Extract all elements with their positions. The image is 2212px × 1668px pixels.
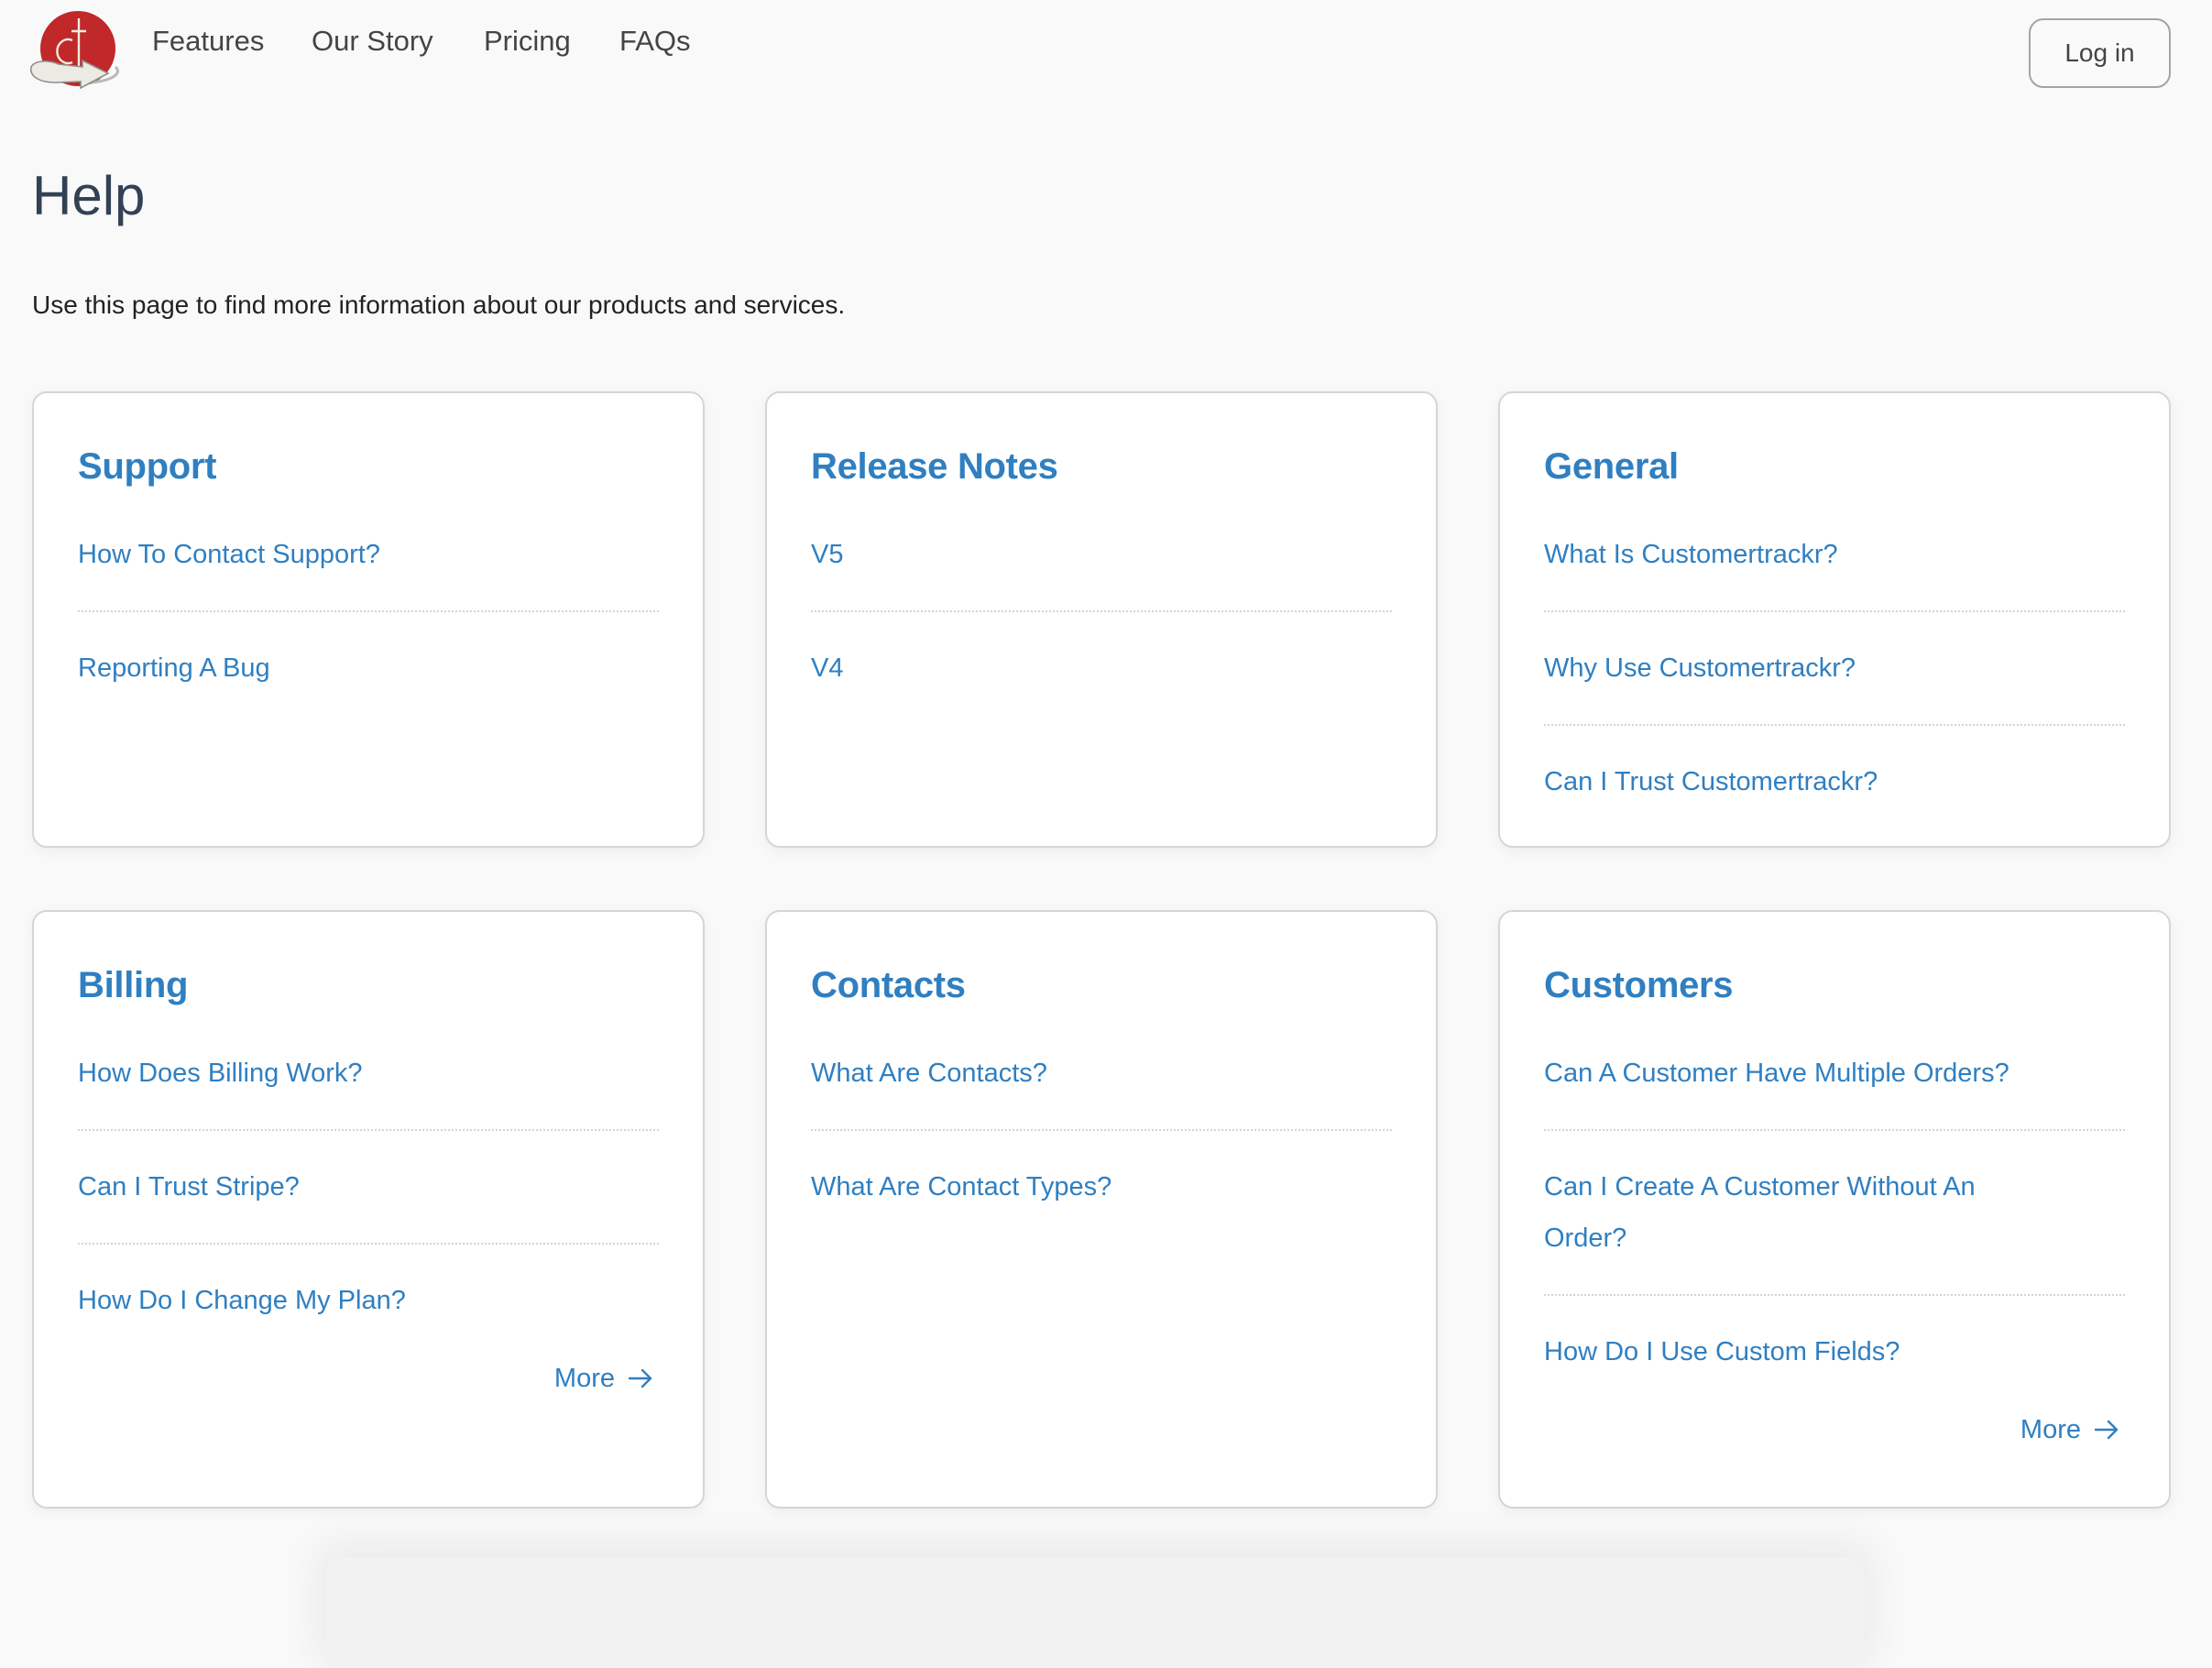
nav-pricing[interactable]: Pricing	[484, 25, 571, 58]
card-link-list: Can A Customer Have Multiple Orders? Can…	[1544, 1017, 2125, 1408]
footer-section-edge	[325, 1558, 1865, 1668]
card-title[interactable]: Release Notes	[811, 441, 1392, 492]
list-item: Can A Customer Have Multiple Orders?	[1544, 1017, 2125, 1131]
help-link[interactable]: Reporting A Bug	[78, 653, 270, 683]
list-item: What Is Customertrackr?	[1544, 499, 2125, 612]
help-link[interactable]: V5	[811, 540, 843, 569]
help-link[interactable]: Why Use Customertrackr?	[1544, 653, 1856, 683]
nav-features[interactable]: Features	[152, 25, 264, 58]
card-billing: Billing How Does Billing Work? Can I Tru…	[32, 910, 705, 1509]
list-item: Why Use Customertrackr?	[1544, 612, 2125, 726]
more-label: More	[553, 1364, 615, 1393]
card-support: Support How To Contact Support? Reportin…	[32, 391, 705, 848]
list-item: Can I Trust Stripe?	[78, 1131, 659, 1245]
arrow-right-icon	[2094, 1420, 2119, 1440]
more-row: More	[78, 1353, 659, 1404]
card-customers: Customers Can A Customer Have Multiple O…	[1498, 910, 2171, 1509]
page-intro: Use this page to find more information a…	[32, 291, 846, 319]
card-contacts: Contacts What Are Contacts? What Are Con…	[765, 910, 1438, 1509]
card-link-list: What Are Contacts? What Are Contact Type…	[811, 1017, 1392, 1243]
help-link[interactable]: V4	[811, 653, 843, 683]
page-title: Help	[32, 165, 146, 226]
card-link-list: What Is Customertrackr? Why Use Customer…	[1544, 499, 2125, 838]
list-item: V4	[811, 612, 1392, 724]
list-item: How Do I Change My Plan?	[78, 1245, 659, 1356]
card-general: General What Is Customertrackr? Why Use …	[1498, 391, 2171, 848]
help-link[interactable]: Can I Create A Customer Without An Order…	[1544, 1172, 1976, 1253]
card-release-notes: Release Notes V5 V4	[765, 391, 1438, 848]
arrow-right-icon	[628, 1368, 652, 1388]
list-item: Reporting A Bug	[78, 612, 659, 724]
card-link-list: How Does Billing Work? Can I Trust Strip…	[78, 1017, 659, 1356]
card-title[interactable]: Customers	[1544, 960, 2125, 1011]
help-link[interactable]: Can A Customer Have Multiple Orders?	[1544, 1059, 2009, 1088]
help-link[interactable]: How Does Billing Work?	[78, 1059, 363, 1088]
card-title[interactable]: Contacts	[811, 960, 1392, 1011]
help-link[interactable]: How Do I Change My Plan?	[78, 1286, 406, 1315]
card-title[interactable]: General	[1544, 441, 2125, 492]
help-categories-grid: Support How To Contact Support? Reportin…	[32, 391, 2171, 1509]
list-item: What Are Contact Types?	[811, 1131, 1392, 1243]
help-link[interactable]: Can I Trust Customertrackr?	[1544, 767, 1878, 796]
more-link[interactable]: More	[2020, 1404, 2119, 1455]
list-item: Can I Create A Customer Without An Order…	[1544, 1131, 2125, 1296]
help-link[interactable]: How Do I Use Custom Fields?	[1544, 1337, 1900, 1366]
list-item: How Does Billing Work?	[78, 1017, 659, 1131]
card-title[interactable]: Support	[78, 441, 659, 492]
list-item: How Do I Use Custom Fields?	[1544, 1296, 2125, 1408]
list-item: V5	[811, 499, 1392, 612]
card-link-list: How To Contact Support? Reporting A Bug	[78, 499, 659, 724]
card-title[interactable]: Billing	[78, 960, 659, 1011]
list-item: What Are Contacts?	[811, 1017, 1392, 1131]
more-label: More	[2020, 1415, 2081, 1444]
help-link[interactable]: Can I Trust Stripe?	[78, 1172, 300, 1202]
login-button[interactable]: Log in	[2029, 18, 2171, 88]
customertrackr-logo[interactable]	[27, 9, 128, 93]
help-link[interactable]: What Are Contacts?	[811, 1059, 1047, 1088]
nav-our-story[interactable]: Our Story	[312, 25, 433, 58]
more-row: More	[1544, 1404, 2125, 1455]
card-link-list: V5 V4	[811, 499, 1392, 724]
list-item: Can I Trust Customertrackr?	[1544, 726, 2125, 838]
help-link[interactable]: What Is Customertrackr?	[1544, 540, 1838, 569]
more-link[interactable]: More	[554, 1353, 653, 1404]
nav-faqs[interactable]: FAQs	[619, 25, 691, 58]
list-item: How To Contact Support?	[78, 499, 659, 612]
help-link[interactable]: What Are Contact Types?	[811, 1172, 1111, 1202]
help-link[interactable]: How To Contact Support?	[78, 540, 380, 569]
